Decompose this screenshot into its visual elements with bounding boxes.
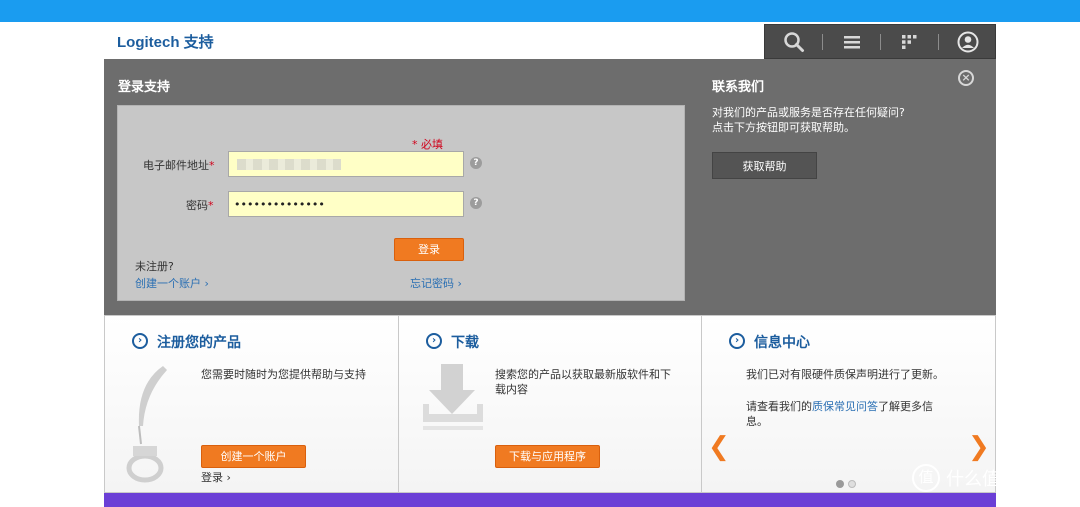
panel-text: 搜索您的产品以获取最新版软件和下载内容 (495, 368, 671, 396)
get-help-button[interactable]: 获取帮助 (712, 152, 817, 179)
download-icon (423, 364, 483, 430)
login-button[interactable]: 登录 (394, 238, 464, 261)
help-icon[interactable]: ? (470, 157, 482, 169)
panel-title: 信息中心 (754, 335, 810, 351)
required-note: * 必填 (412, 138, 443, 151)
carousel-dots (836, 473, 860, 492)
contact-text: 对我们的产品或服务是否存在任何疑问? 点击下方按钮即可获取帮助。 (712, 106, 905, 134)
login-link[interactable]: 登录 › (201, 469, 231, 485)
chevron-circle-icon: › (729, 333, 745, 349)
not-registered-text: 未注册? (135, 260, 174, 273)
chevron-circle-icon: › (132, 333, 148, 349)
password-label: 密码* (186, 199, 214, 212)
chevron-right-icon: › (204, 277, 209, 290)
contact-title: 联系我们 (712, 80, 765, 95)
chevron-right-icon: › (226, 471, 231, 484)
warranty-faq-link[interactable]: 质保常见问答 (812, 400, 878, 413)
create-account-button[interactable]: 创建一个账户 (201, 445, 306, 468)
arrow-left-icon[interactable]: ❮ (708, 432, 730, 462)
menu-icon (844, 35, 860, 48)
user-icon (957, 31, 979, 52)
panel-text: 我们已对有限硬件质保声明进行了更新。 (746, 368, 944, 381)
panel-text-2: 请查看我们的质保常见问答了解更多信息。 (746, 400, 933, 428)
account-button[interactable] (939, 25, 997, 58)
create-account-link[interactable]: 创建一个账户 › (135, 275, 209, 291)
email-field[interactable] (228, 151, 464, 177)
header-icon-bar (764, 24, 996, 59)
carousel-dot-active[interactable] (836, 480, 844, 488)
menu-button[interactable] (823, 25, 881, 58)
feature-panels: › 注册您的产品 您需要时随时为您提供帮助与支持 创建一个账户 登录 › › 下… (104, 315, 996, 493)
password-field[interactable]: •••••••••••••• (228, 191, 464, 217)
bottom-purple-bar (104, 493, 996, 507)
watermark-text: 什么值得买 (946, 469, 1036, 490)
header: Logitech 支持 (104, 22, 996, 59)
login-form: * 必填 电子邮件地址* ? 密码* •••••••••••••• ? 登录 未… (117, 105, 685, 301)
top-blue-bar (0, 0, 1080, 22)
logitech-support-logo[interactable]: Logitech 支持 (117, 31, 214, 52)
apps-grid-icon (902, 34, 917, 49)
download-panel: › 下载 搜索您的产品以获取最新版软件和下载内容 下载与应用程序 (398, 315, 702, 493)
forgot-password-link[interactable]: 忘记密码 › (410, 275, 462, 291)
panel-text: 您需要时随时为您提供帮助与支持 (201, 368, 366, 381)
arrow-right-icon[interactable]: ❯ (968, 432, 990, 462)
chevron-circle-icon: › (426, 333, 442, 349)
apps-button[interactable] (881, 25, 939, 58)
register-product-panel: › 注册您的产品 您需要时随时为您提供帮助与支持 创建一个账户 登录 › (104, 315, 399, 493)
email-label: 电子邮件地址* (143, 159, 215, 172)
help-icon[interactable]: ? (470, 197, 482, 209)
carousel-dot[interactable] (848, 480, 856, 488)
search-icon (784, 31, 804, 52)
panel-title: 下载 (451, 335, 479, 351)
chevron-right-icon: › (457, 277, 462, 290)
login-title: 登录支持 (118, 80, 171, 95)
login-section: 登录支持 * 必填 电子邮件地址* ? 密码* •••••••••••••• ?… (104, 59, 996, 315)
blurred-email (237, 159, 341, 170)
watermark: 值 什么值得买 (912, 464, 1036, 492)
close-icon[interactable]: × (958, 70, 974, 86)
feather-pen-icon (126, 366, 167, 483)
panel-title: 注册您的产品 (157, 335, 241, 351)
downloads-apps-button[interactable]: 下载与应用程序 (495, 445, 600, 468)
watermark-logo: 值 (912, 464, 940, 492)
search-button[interactable] (765, 25, 823, 58)
